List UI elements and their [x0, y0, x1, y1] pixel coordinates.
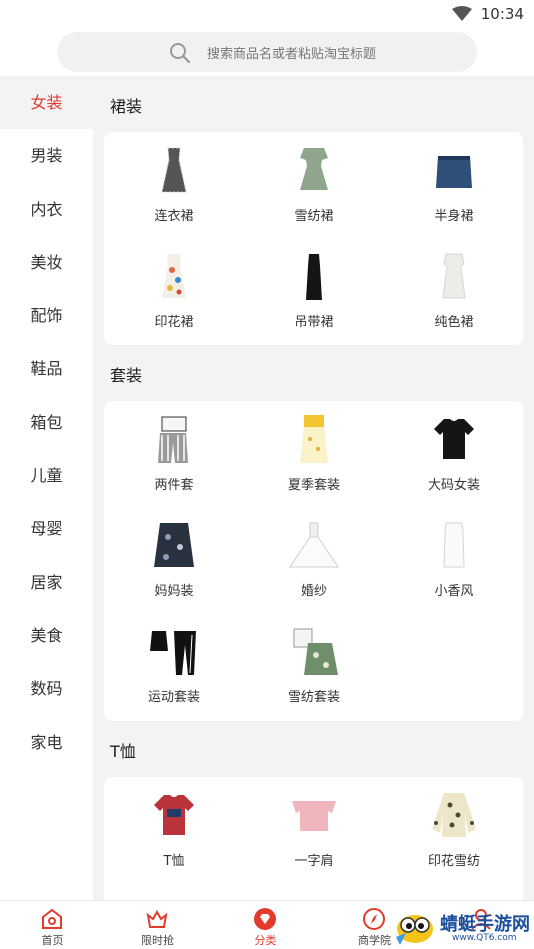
category-item[interactable]: 小香风	[384, 507, 524, 613]
diamond-icon	[254, 908, 276, 930]
watermark-url: www.QT6.com	[452, 933, 517, 943]
sidebar-item-underwear[interactable]: 内衣	[0, 183, 93, 236]
slip-dress-image	[306, 254, 322, 300]
sidebar-item-kids[interactable]: 儿童	[0, 449, 93, 502]
category-item[interactable]: 一字肩	[244, 777, 384, 883]
category-item[interactable]: 夏季套装	[244, 401, 384, 507]
sidebar-item-makeup[interactable]: 美妆	[0, 236, 93, 289]
category-item-label: 一字肩	[294, 854, 334, 869]
category-item-label: 连衣裙	[154, 209, 194, 224]
dress-image	[162, 254, 186, 298]
category-item-label: 妈妈装	[154, 584, 194, 599]
tab-home[interactable]: 首页	[0, 901, 105, 949]
section-title-dresses: 裙装	[110, 97, 143, 116]
chiffon-blouse-image	[432, 793, 476, 837]
category-item-label: 吊带裙	[294, 315, 334, 330]
cardigan-image	[154, 523, 194, 567]
dress-image	[161, 147, 187, 193]
category-item-label: 雪纺裙	[294, 209, 334, 224]
category-item-label: 婚纱	[300, 584, 327, 599]
category-sidebar: 女装 男装 内衣 美妆 配饰 鞋品 箱包 儿童 母婴 居家 美食 数码 家电	[0, 76, 93, 900]
search-bar: 搜索商品名或者粘贴淘宝标题	[0, 28, 534, 76]
category-item-label: 夏季套装	[287, 478, 340, 493]
category-item[interactable]: 连衣裙	[104, 132, 244, 238]
section-title-tshirts: T恤	[110, 742, 136, 761]
category-item-label: 雪纺套装	[287, 690, 340, 705]
tshirt-image	[154, 795, 194, 835]
category-item[interactable]: 大码女装	[384, 401, 524, 507]
category-item[interactable]: 印花裙	[104, 238, 244, 344]
search-icon	[170, 43, 191, 64]
sidebar-item-food[interactable]: 美食	[0, 609, 93, 662]
sidebar-item-shoes[interactable]: 鞋品	[0, 342, 93, 395]
category-content: 裙装 连衣裙 雪纺裙 半身裙 印花裙 吊带裙 纯色裙 套装 两件套 夏季套装 大…	[93, 76, 534, 900]
category-item-label: 印花裙	[154, 315, 194, 330]
category-item-label: 小香风	[434, 584, 474, 599]
sidebar-item-bags[interactable]: 箱包	[0, 396, 93, 449]
compass-icon	[363, 908, 385, 930]
category-item[interactable]: 雪纺套装	[244, 613, 384, 719]
wifi-icon	[452, 6, 472, 21]
sidebar-item-men[interactable]: 男装	[0, 129, 93, 182]
section-card-sets: 两件套 夏季套装 大码女装 妈妈装 婚纱 小香风 运动套装 雪纺套装	[104, 401, 523, 721]
watermark: 蜻蜓手游网 www.QT6.com	[392, 905, 534, 949]
sidebar-item-appliances[interactable]: 家电	[0, 716, 93, 769]
section-card-tshirts: T恤 一字肩 印花雪纺	[104, 777, 523, 900]
skirt-image	[436, 156, 472, 188]
category-item[interactable]: T恤	[104, 777, 244, 883]
category-item[interactable]: 运动套装	[104, 613, 244, 719]
home-icon	[42, 908, 62, 929]
status-bar: 10:34	[0, 0, 534, 28]
category-item[interactable]: 妈妈装	[104, 507, 244, 613]
summer-set-image	[300, 415, 328, 463]
category-item[interactable]: 两件套	[104, 401, 244, 507]
off-shoulder-top-image	[292, 801, 336, 831]
category-item-label: 半身裙	[434, 209, 474, 224]
two-piece-image	[158, 416, 188, 463]
sidebar-item-digital[interactable]: 数码	[0, 662, 93, 715]
tab-category[interactable]: 分类	[213, 901, 318, 949]
category-item-label: 印花雪纺	[427, 854, 480, 869]
sportswear-image	[150, 631, 196, 675]
category-item[interactable]: 纯色裙	[384, 238, 524, 344]
sidebar-item-accessories[interactable]: 配饰	[0, 289, 93, 342]
category-item[interactable]: 半身裙	[384, 132, 524, 238]
category-item[interactable]: 雪纺裙	[244, 132, 384, 238]
section-title-sets: 套装	[110, 366, 143, 385]
category-item[interactable]: 婚纱	[244, 507, 384, 613]
chiffon-set-image	[293, 628, 338, 675]
wedding-dress-image	[289, 522, 339, 568]
dress-image	[442, 253, 466, 299]
search-placeholder: 搜索商品名或者粘贴淘宝标题	[207, 47, 377, 62]
tab-flash-sale[interactable]: 限时抢	[105, 901, 210, 949]
sidebar-item-home[interactable]: 居家	[0, 556, 93, 609]
status-time: 10:34	[480, 5, 524, 23]
search-input[interactable]: 搜索商品名或者粘贴淘宝标题	[57, 32, 477, 72]
crown-icon	[146, 909, 168, 928]
dragonfly-logo-icon	[396, 915, 433, 945]
dress-image	[443, 522, 465, 568]
tshirt-image	[434, 419, 474, 459]
category-item-label: 两件套	[154, 478, 194, 493]
category-item-label: 运动套装	[147, 690, 200, 705]
tab-home-label: 首页	[41, 934, 64, 947]
sidebar-item-baby[interactable]: 母婴	[0, 502, 93, 555]
category-item-label: T恤	[163, 854, 185, 869]
category-item[interactable]: 印花雪纺	[384, 777, 524, 883]
section-card-dresses: 连衣裙 雪纺裙 半身裙 印花裙 吊带裙 纯色裙	[104, 132, 523, 345]
tab-flash-sale-label: 限时抢	[141, 934, 174, 947]
category-item-label: 大码女装	[427, 478, 480, 493]
category-item[interactable]: 吊带裙	[244, 238, 384, 344]
category-item-label: 纯色裙	[434, 315, 474, 330]
dress-image	[300, 148, 328, 190]
sidebar-item-women[interactable]: 女装	[0, 76, 93, 130]
tab-category-label: 分类	[254, 934, 277, 947]
